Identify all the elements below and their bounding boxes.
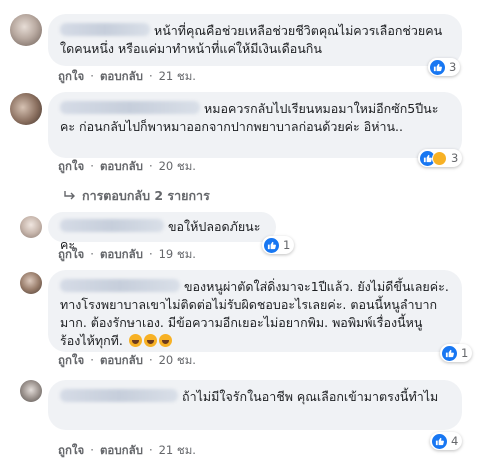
reaction-summary[interactable]: 1 [440, 344, 473, 362]
like-reaction-icon [430, 59, 445, 75]
like-button[interactable]: ถูกใจ [58, 159, 84, 173]
reaction-summary[interactable]: 1 [262, 236, 295, 254]
commenter-name[interactable] [60, 101, 200, 114]
reaction-summary[interactable]: 3 [418, 149, 463, 167]
avatar[interactable] [20, 216, 42, 238]
crying-emoji-icon [127, 333, 172, 348]
comment-bubble: หน้าที่คุณคือช่วยเหลือช่วยชีวิตคุณไม่ควร… [48, 14, 462, 66]
comment-bubble: หมอควรกลับไปเรียนหมอมาใหม่อีกซัก5ปีนะคะ … [48, 92, 462, 158]
avatar[interactable] [20, 380, 42, 402]
commenter-name[interactable] [60, 219, 164, 232]
like-reaction-icon [442, 345, 457, 361]
comment-actions: ถูกใจ · ตอบกลับ · 21 ชม. [58, 69, 196, 83]
comment-bubble: ขอให้ปลอดภัยนะคะ [48, 212, 276, 252]
comment-timestamp[interactable]: 20 ชม. [159, 159, 196, 173]
reply-button[interactable]: ตอบกลับ [100, 69, 143, 83]
view-replies-text[interactable]: การตอบกลับ 2 รายการ [82, 188, 210, 203]
commenter-name[interactable] [60, 389, 178, 402]
avatar[interactable] [10, 93, 42, 125]
comment-actions: ถูกใจ · ตอบกลับ · 20 ชม. [58, 353, 196, 367]
comment-timestamp[interactable]: 19 ชม. [159, 247, 196, 261]
comment-timestamp[interactable]: 21 ชม. [159, 69, 196, 83]
reaction-count: 3 [451, 151, 459, 165]
comment-bubble: ถ้าไม่มีใจรักในอาชีพ คุณเลือกเข้ามาตรงนี… [48, 380, 462, 430]
commenter-name[interactable] [60, 23, 150, 36]
reply-button[interactable]: ตอบกลับ [100, 443, 143, 457]
reaction-count: 1 [461, 346, 469, 360]
view-replies-link[interactable]: การตอบกลับ 2 รายการ [64, 186, 210, 206]
comment-bubble: ของหนูผ่าตัดใส่ดิ่งมาจะ1ปีแล้ว. ยังไม่ดี… [48, 270, 462, 352]
reaction-summary[interactable]: 3 [428, 58, 461, 76]
reply-arrow-icon [64, 188, 76, 203]
reaction-count: 1 [283, 238, 291, 252]
haha-reaction-icon [432, 150, 447, 166]
like-reaction-icon [264, 237, 279, 253]
reply-button[interactable]: ตอบกลับ [100, 159, 143, 173]
reply-button[interactable]: ตอบกลับ [100, 247, 143, 261]
avatar[interactable] [10, 14, 42, 46]
reply-button[interactable]: ตอบกลับ [100, 353, 143, 367]
reaction-count: 4 [451, 434, 459, 448]
like-button[interactable]: ถูกใจ [58, 247, 84, 261]
like-button[interactable]: ถูกใจ [58, 69, 84, 83]
comment-actions: ถูกใจ · ตอบกลับ · 20 ชม. [58, 159, 196, 173]
comment-actions: ถูกใจ · ตอบกลับ · 19 ชม. [58, 247, 196, 261]
comment-text: ถ้าไม่มีใจรักในอาชีพ คุณเลือกเข้ามาตรงนี… [182, 389, 439, 404]
reaction-summary[interactable]: 4 [430, 432, 463, 450]
like-reaction-icon [432, 433, 447, 449]
like-button[interactable]: ถูกใจ [58, 353, 84, 367]
like-button[interactable]: ถูกใจ [58, 443, 84, 457]
comment-timestamp[interactable]: 21 ชม. [159, 443, 196, 457]
commenter-name[interactable] [60, 279, 180, 292]
avatar[interactable] [20, 272, 42, 294]
reaction-count: 3 [449, 60, 457, 74]
comment-actions: ถูกใจ · ตอบกลับ · 21 ชม. [58, 443, 196, 457]
comment-timestamp[interactable]: 20 ชม. [159, 353, 196, 367]
